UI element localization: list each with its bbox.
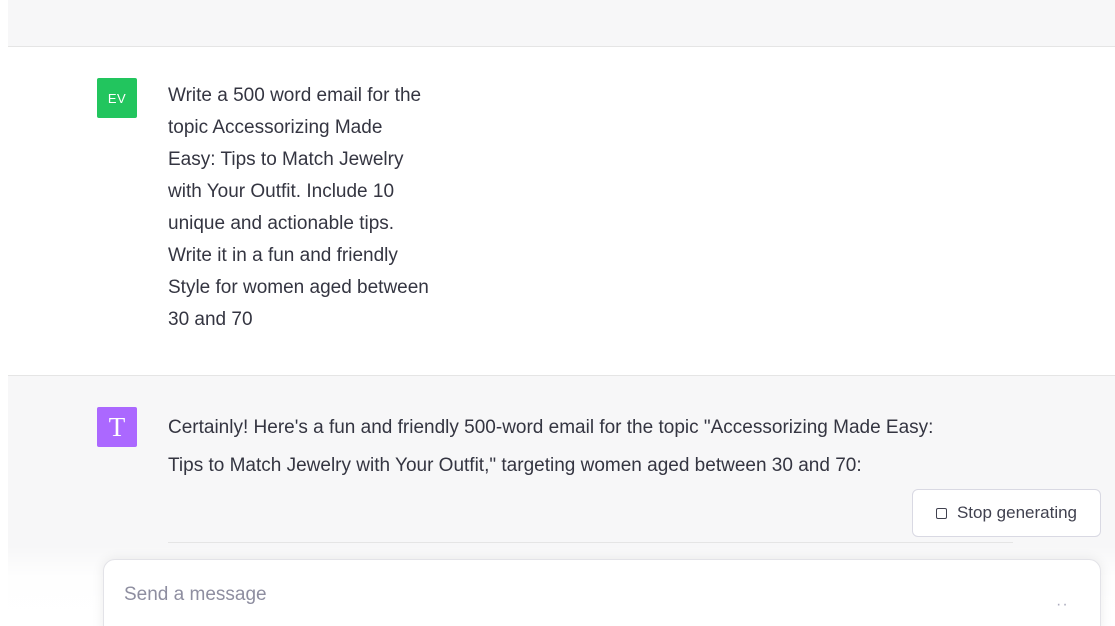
assistant-avatar: T	[97, 407, 137, 447]
square-stop-icon	[935, 507, 947, 519]
message-input[interactable]	[124, 584, 1024, 606]
message-composer: ··	[103, 559, 1101, 626]
user-message-row: EV Write a 500 word email for the topic …	[8, 47, 1115, 376]
typing-indicator: ··	[1056, 596, 1069, 613]
assistant-message-text: Certainly! Here's a fun and friendly 500…	[168, 417, 934, 476]
chat-page: EV Write a 500 word email for the topic …	[0, 0, 1115, 626]
user-message-text: Write a 500 word email for the topic Acc…	[168, 85, 429, 330]
previous-message-band	[8, 0, 1115, 47]
user-avatar-initials: EV	[107, 90, 127, 106]
user-avatar: EV	[97, 78, 137, 118]
left-gutter	[0, 0, 8, 626]
stop-generating-label: Stop generating	[956, 503, 1078, 522]
response-divider	[168, 542, 1013, 543]
stop-generating-button[interactable]: Stop generating	[912, 489, 1101, 537]
assistant-avatar-letter: T	[108, 411, 126, 442]
